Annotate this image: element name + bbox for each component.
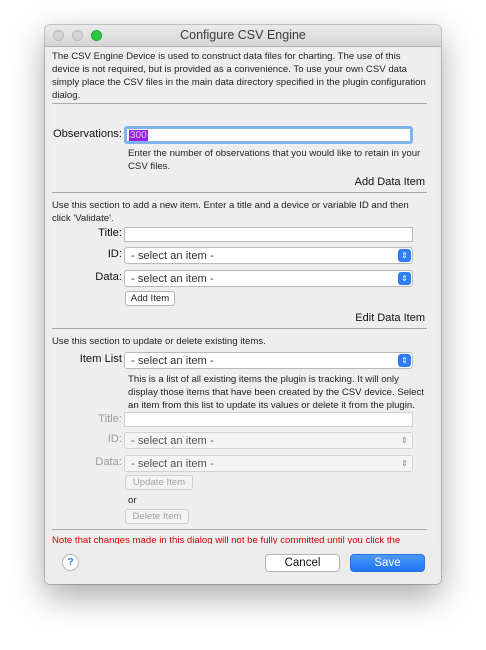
item-list-label: Item List: [79, 353, 122, 365]
add-id-value: - select an item -: [131, 250, 214, 262]
help-button[interactable]: ?: [62, 554, 79, 571]
add-title-label: Title:: [98, 227, 122, 239]
observations-input[interactable]: 300: [124, 126, 413, 144]
edit-id-label: ID:: [107, 433, 122, 445]
observations-help: Enter the number of observations that yo…: [128, 148, 421, 172]
window-title: Configure CSV Engine: [180, 28, 306, 42]
edit-section-description: Use this section to update or delete exi…: [52, 336, 266, 347]
divider: [52, 192, 427, 193]
chevron-updown-icon: ⇕: [398, 354, 411, 367]
add-id-select[interactable]: - select an item - ⇕: [124, 247, 413, 264]
observations-value: 300: [129, 130, 148, 141]
dialog-content: The CSV Engine Device is used to constru…: [50, 47, 436, 559]
delete-item-button[interactable]: Delete Item: [125, 509, 189, 524]
edit-title-label: Title:: [98, 413, 122, 425]
edit-data-select[interactable]: - select an item - ⇕: [124, 455, 413, 472]
add-section-description: Use this section to add a new item. Ente…: [52, 200, 409, 224]
dialog-footer: ? Cancel Save: [45, 544, 441, 584]
edit-data-value: - select an item -: [131, 458, 214, 470]
add-data-value: - select an item -: [131, 273, 214, 285]
add-id-label: ID:: [107, 248, 122, 260]
or-text: or: [128, 495, 137, 506]
edit-id-value: - select an item -: [131, 435, 214, 447]
edit-section-title: Edit Data Item: [355, 312, 425, 324]
chevron-updown-icon: ⇕: [401, 459, 408, 468]
item-list-help: This is a list of all existing items the…: [128, 374, 424, 411]
chevron-updown-icon: ⇕: [401, 436, 408, 445]
save-button[interactable]: Save: [350, 554, 425, 572]
chevron-updown-icon: ⇕: [398, 249, 411, 262]
edit-data-label: Data:: [95, 456, 122, 468]
intro-text: The CSV Engine Device is used to constru…: [52, 51, 426, 101]
add-section-title: Add Data Item: [354, 176, 425, 188]
edit-title-input[interactable]: [124, 412, 413, 427]
item-list-select[interactable]: - select an item - ⇕: [124, 352, 413, 369]
chevron-updown-icon: ⇕: [398, 272, 411, 285]
add-title-input[interactable]: [124, 227, 413, 242]
observations-label: Observations:: [52, 128, 122, 140]
add-data-label: Data:: [95, 271, 122, 283]
divider: [52, 529, 427, 530]
divider: [52, 328, 427, 329]
add-item-button[interactable]: Add Item: [125, 291, 175, 306]
configure-dialog-window: Configure CSV Engine The CSV Engine Devi…: [45, 25, 441, 584]
add-data-select[interactable]: - select an item - ⇕: [124, 270, 413, 287]
divider: [52, 103, 427, 104]
item-list-value: - select an item -: [131, 355, 214, 367]
question-icon: ?: [67, 556, 74, 568]
cancel-button[interactable]: Cancel: [265, 554, 340, 572]
title-bar: Configure CSV Engine: [45, 25, 441, 47]
update-item-button[interactable]: Update Item: [125, 475, 193, 490]
edit-id-select[interactable]: - select an item - ⇕: [124, 432, 413, 449]
